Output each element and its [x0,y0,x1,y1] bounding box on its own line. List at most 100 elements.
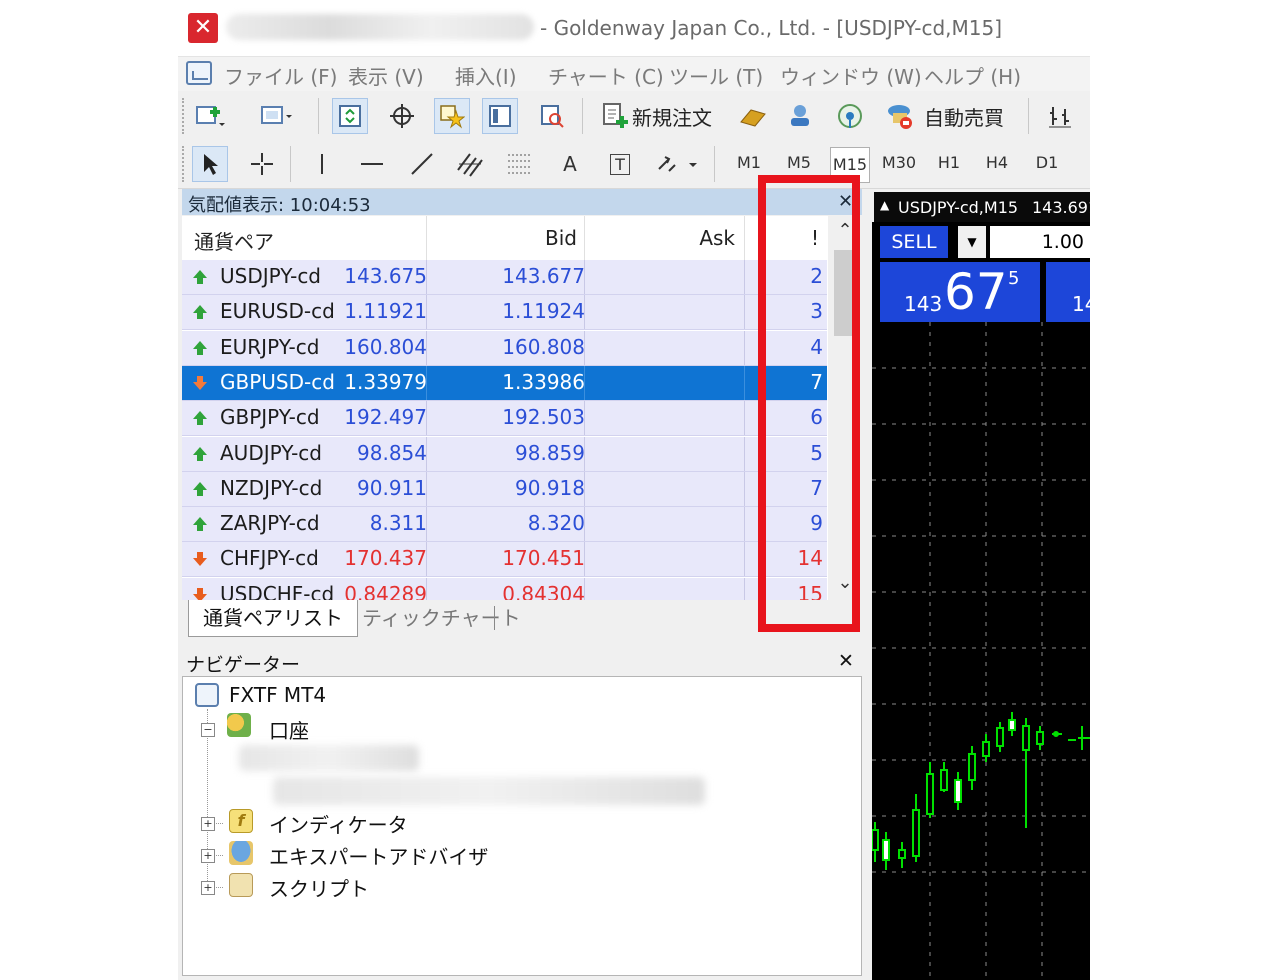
table-row[interactable]: AUDJPY-cd 98.854 98.859 5 [182,436,827,472]
table-row[interactable]: GBPJPY-cd 192.497 192.503 6 [182,401,827,437]
lot-dropdown-icon[interactable]: ▼ [958,226,986,258]
menu-insert[interactable]: 挿入(I) [455,61,517,90]
cell-divider [744,260,745,294]
tab-symbols[interactable]: 通貨ペアリスト [188,600,358,637]
tree-root[interactable]: FXTF MT4 [229,683,326,707]
horizontal-line-icon[interactable] [354,146,390,182]
timeframe-d1[interactable]: D1 [1028,153,1066,172]
gold-bar-icon[interactable] [734,98,770,134]
menu-window[interactable]: ウィンドウ (W) [780,61,922,90]
navigator-toggle-icon[interactable] [434,98,470,134]
signals-icon[interactable] [782,98,818,134]
window-title: - Goldenway Japan Co., Ltd. - [USDJPY-cd… [540,16,1003,40]
collapse-account-icon[interactable]: − [201,723,215,737]
crosshair-icon[interactable] [244,146,280,182]
market-radio-icon[interactable] [832,98,868,134]
panel-splitter[interactable] [862,189,872,980]
market-watch-title: 気配値表示: 10:04:53 [188,195,371,216]
table-row[interactable]: NZDJPY-cd 90.911 90.918 7 [182,471,827,507]
trend-line-icon[interactable] [404,146,440,182]
symbol-cell: EURUSD-cd [220,299,335,324]
menu-chart[interactable]: チャート (C) [548,61,664,90]
up-arrow-icon [193,340,207,355]
bid-cell: 1.33979 [344,369,427,394]
strategy-tester-icon[interactable] [534,98,570,134]
menu-help[interactable]: ヘルプ (H) [924,61,1021,90]
bid-cell: 90.911 [357,475,427,500]
new-order-label[interactable]: 新規注文 [632,102,712,131]
equidistant-channel-icon[interactable] [452,146,488,182]
menu-view[interactable]: 表示 (V) [348,61,424,90]
table-row[interactable]: USDJPY-cd 143.675 143.677 2 [182,260,827,295]
tab-tick-chart[interactable]: ティックチャート [348,600,535,636]
table-row[interactable]: CHFJPY-cd 170.437 170.451 14 [182,542,827,578]
market-watch-toggle-icon[interactable] [332,98,368,134]
price-chart[interactable]: SELL ▼ 1.00 143 67 5 14 [872,222,1090,980]
menu-file[interactable]: ファイル (F) [224,61,337,90]
bid-cell: 160.804 [344,334,427,359]
terminal-root-icon [195,683,219,707]
toolbar-grip [182,98,187,134]
bar-chart-icon[interactable] [1042,98,1078,134]
timeframe-m1[interactable]: M1 [730,153,768,172]
timeframe-h4[interactable]: H4 [978,153,1016,172]
column-ask[interactable]: Ask [699,226,735,250]
tree-expert-advisors[interactable]: エキスパートアドバイザ [269,841,488,870]
up-arrow-icon [193,481,207,496]
table-row[interactable]: EURUSD-cd 1.11921 1.11924 3 [182,295,827,331]
text-label-icon[interactable]: T [602,146,638,182]
column-bid[interactable]: Bid [545,226,577,250]
bid-cell: 143.675 [344,264,427,288]
bid-cell: 8.311 [369,511,427,536]
column-symbol[interactable]: 通貨ペア [194,226,274,255]
vertical-line-icon[interactable] [304,146,340,182]
navigator-close-icon[interactable]: ✕ [838,650,854,672]
tree-scripts[interactable]: スクリプト [269,873,369,902]
navigator-titlebar: ナビゲーター ✕ [182,648,862,676]
auto-trading-icon[interactable] [882,98,918,134]
arrows-dropdown-icon[interactable] [652,146,704,182]
lot-size-input[interactable]: 1.00 [990,226,1090,258]
sell-button[interactable]: SELL [880,226,948,258]
ask-cell: 98.859 [515,440,585,465]
text-tool-icon[interactable]: A [552,146,588,182]
chart-grid [872,322,1090,980]
drawing-toolbar: A T M1 M5 M15 M30 H1 H4 D1 [178,140,1090,189]
title-bar: ✕ - Goldenway Japan Co., Ltd. - [USDJPY-… [178,0,1090,57]
profiles-icon[interactable] [258,98,294,134]
fibonacci-icon[interactable] [502,146,538,182]
symbol-cell: AUDJPY-cd [220,440,322,465]
chart-header-price: 143.691 [1032,198,1090,217]
terminal-toggle-icon[interactable] [482,98,518,134]
menu-tools[interactable]: ツール (T) [669,61,763,90]
timeframe-m5[interactable]: M5 [780,153,818,172]
timeframe-m30[interactable]: M30 [880,153,918,172]
data-window-crosshair-icon[interactable] [384,98,420,134]
cursor-arrow-icon[interactable] [192,146,228,182]
tree-accounts[interactable]: 口座 [269,715,309,744]
sell-price-panel[interactable]: 143 67 5 [880,262,1040,322]
tree-indicators[interactable]: インディケータ [269,809,408,838]
new-order-icon[interactable] [596,98,632,134]
mt4-window: ✕ - Goldenway Japan Co., Ltd. - [USDJPY-… [178,0,1090,980]
ask-cell: 8.320 [527,511,585,536]
app-logo-icon: ✕ [188,13,218,43]
auto-trading-label[interactable]: 自動売買 [924,102,1004,131]
table-row[interactable]: EURJPY-cd 160.804 160.808 4 [182,330,827,366]
buy-price-panel[interactable]: 14 [1046,262,1090,322]
blurred-account-number [273,777,705,805]
up-arrow-icon [193,446,207,461]
new-chart-icon[interactable] [192,98,228,134]
symbol-cell: EURJPY-cd [220,334,320,359]
symbol-cell: NZDJPY-cd [220,475,323,500]
expand-indicators-icon[interactable]: + [201,817,215,831]
timeframe-h1[interactable]: H1 [930,153,968,172]
table-row[interactable]: ZARJPY-cd 8.311 8.320 9 [182,507,827,543]
sell-price-prefix: 143 [904,292,943,316]
chart-window-icon[interactable] [186,61,212,85]
expand-scripts-icon[interactable]: + [201,881,215,895]
table-row[interactable]: GBPUSD-cd 1.33979 1.33986 7 [182,365,827,401]
ask-cell: 1.33986 [502,369,585,394]
chart-tab[interactable]: ▲ USDJPY-cd,M15 143.691 [874,192,1090,222]
expand-experts-icon[interactable]: + [201,849,215,863]
